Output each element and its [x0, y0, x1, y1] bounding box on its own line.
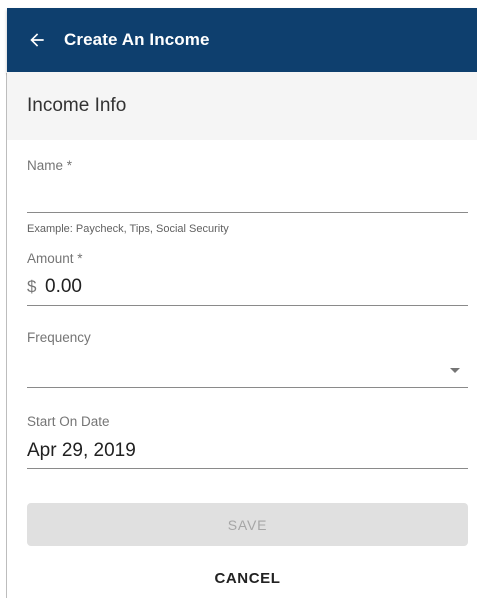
start-date-label: Start On Date	[27, 414, 110, 429]
amount-input[interactable]: 0.00	[45, 276, 82, 298]
name-input[interactable]	[27, 184, 468, 210]
start-date-underline	[27, 468, 468, 469]
section-title: Income Info	[27, 95, 127, 116]
arrow-back-icon	[30, 33, 44, 47]
create-income-screen: Create An Income Income Info Name * Exam…	[0, 0, 477, 598]
save-button[interactable]: SAVE	[27, 503, 468, 546]
name-helper-text: Example: Paycheck, Tips, Social Security	[27, 223, 229, 235]
amount-label: Amount *	[27, 251, 83, 266]
app-bar: Create An Income	[7, 8, 477, 72]
section-header: Income Info	[7, 72, 477, 140]
currency-symbol: $	[27, 277, 37, 296]
start-date-input[interactable]: Apr 29, 2019	[27, 440, 136, 462]
page-title: Create An Income	[64, 30, 210, 49]
name-underline	[27, 212, 468, 213]
amount-underline	[27, 305, 468, 306]
frequency-select[interactable]	[27, 357, 468, 387]
frequency-label: Frequency	[27, 330, 91, 345]
arrow-drop-down-icon	[450, 368, 460, 373]
window-edge	[6, 73, 7, 598]
cancel-button[interactable]: CANCEL	[27, 562, 468, 594]
back-button[interactable]	[24, 27, 50, 53]
frequency-underline	[27, 387, 468, 388]
name-label: Name *	[27, 158, 73, 173]
